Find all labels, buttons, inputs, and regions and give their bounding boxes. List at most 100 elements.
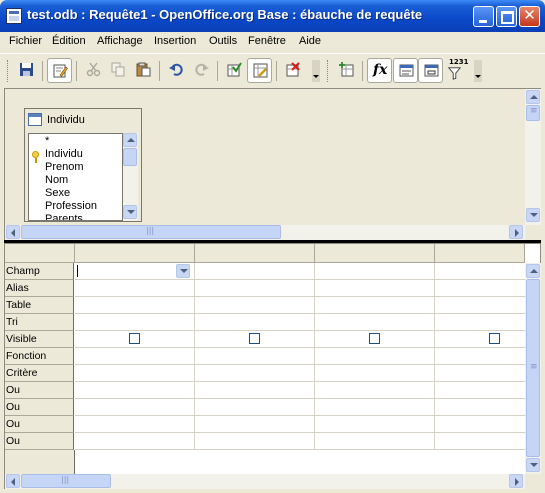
column-header[interactable] (435, 244, 525, 263)
grid-line (75, 381, 525, 382)
scroll-thumb[interactable]: ||| (21, 225, 281, 239)
menu-aide[interactable]: Aide (299, 35, 321, 47)
scroll-down-button[interactable] (526, 458, 540, 472)
field-item[interactable]: Nom (45, 174, 68, 186)
design-view-icon (253, 63, 268, 78)
text-cursor (77, 265, 78, 277)
alias-icon (424, 64, 439, 77)
field-item[interactable]: Prenom (45, 161, 84, 173)
toolbar: fx 1231 (0, 53, 545, 88)
cut-button[interactable] (81, 58, 106, 83)
design-view-button[interactable] (247, 58, 272, 83)
toolbar-separator (362, 61, 363, 81)
menu-bar: Fichier Édition Affichage Insertion Outi… (0, 32, 545, 52)
scroll-right-button[interactable] (509, 225, 523, 239)
field-item[interactable]: Individu (45, 148, 83, 160)
maximize-button[interactable] (496, 6, 517, 27)
clear-query-button[interactable] (281, 58, 306, 83)
grid-horizontal-scrollbar[interactable]: ||| (5, 474, 541, 489)
edit-mode-button[interactable] (47, 58, 72, 83)
paste-button[interactable] (131, 58, 156, 83)
visible-checkbox[interactable] (129, 333, 140, 344)
grid-line (75, 364, 525, 365)
row-label-ou: Ou (5, 382, 74, 399)
toolbar-grip[interactable] (327, 60, 329, 82)
undo-button[interactable] (164, 58, 189, 83)
minimize-button[interactable] (473, 6, 494, 27)
visible-checkbox[interactable] (489, 333, 500, 344)
menu-outils[interactable]: Outils (209, 35, 237, 47)
table-window-header[interactable]: Individu (25, 109, 141, 131)
copy-icon (111, 62, 125, 77)
redo-button[interactable] (189, 58, 214, 83)
column-header[interactable] (315, 244, 435, 263)
save-button[interactable] (14, 58, 39, 83)
upper-vertical-scrollbar[interactable]: ≡ (525, 89, 541, 225)
toolbar-separator (276, 61, 277, 81)
field-item[interactable]: * (45, 135, 49, 147)
menu-fenetre[interactable]: Fenêtre (248, 35, 286, 47)
scroll-thumb[interactable]: ||| (21, 474, 111, 488)
grid-line (194, 263, 195, 450)
field-list[interactable]: * Individu Prenom Nom Sexe Profession Pa… (28, 133, 123, 221)
column-header[interactable] (195, 244, 315, 263)
alias-button[interactable] (418, 58, 443, 83)
clear-query-icon (286, 62, 300, 77)
field-combobox[interactable] (77, 263, 192, 279)
toolbar-grip[interactable] (7, 60, 9, 82)
scroll-thumb[interactable]: ≡ (526, 279, 540, 457)
table-window-individu[interactable]: Individu * Individu Prenom Nom Sexe Prof… (24, 108, 142, 222)
field-list-scrollbar[interactable] (123, 133, 138, 221)
save-icon (20, 63, 33, 76)
scroll-right-button[interactable] (509, 474, 523, 488)
toolbar-separator (159, 61, 160, 81)
distinct-values-button[interactable]: 1231 (444, 58, 469, 83)
row-label-tri: Tri (5, 314, 74, 331)
copy-button[interactable] (106, 58, 131, 83)
table-name-button[interactable] (393, 58, 418, 83)
toolbar-overflow-button[interactable] (312, 60, 320, 82)
field-item[interactable]: Parents (45, 213, 83, 220)
app-icon[interactable] (6, 8, 22, 24)
scroll-left-button[interactable] (6, 225, 20, 239)
table-icon (28, 113, 42, 126)
chevron-down-icon[interactable] (176, 264, 190, 278)
row-label-ou: Ou (5, 433, 74, 450)
grid-vertical-scrollbar[interactable]: ≡ (525, 263, 541, 474)
row-label-champ: Champ (5, 263, 74, 280)
functions-button[interactable]: fx (367, 58, 392, 83)
toolbar-overflow-button[interactable] (474, 60, 482, 82)
title-bar[interactable]: test.odb : Requête1 - OpenOffice.org Bas… (0, 0, 545, 32)
scroll-thumb[interactable]: ≡ (526, 105, 540, 121)
add-table-button[interactable] (334, 58, 359, 83)
menu-affichage[interactable]: Affichage (97, 35, 143, 47)
upper-horizontal-scrollbar[interactable]: ||| (5, 225, 541, 240)
field-item[interactable]: Sexe (45, 187, 70, 199)
toolbar-separator (217, 61, 218, 81)
query-design-grid[interactable]: Champ Alias Table Tri Visible Fonction C… (4, 243, 541, 489)
menu-insertion[interactable]: Insertion (154, 35, 196, 47)
run-query-button[interactable] (222, 58, 247, 83)
toolbar-separator (42, 61, 43, 81)
visible-checkbox[interactable] (369, 333, 380, 344)
scroll-left-button[interactable] (6, 474, 20, 488)
functions-icon: fx (373, 62, 388, 78)
edit-mode-icon (53, 64, 68, 78)
column-header[interactable] (75, 244, 195, 263)
close-icon: ✕ (523, 6, 536, 24)
scroll-down-button[interactable] (526, 208, 540, 222)
window-title: test.odb : Requête1 - OpenOffice.org Bas… (27, 7, 423, 22)
visible-checkbox[interactable] (249, 333, 260, 344)
redo-icon (195, 63, 209, 76)
grid-line (75, 279, 525, 280)
scroll-up-button[interactable] (123, 133, 137, 147)
scroll-down-button[interactable] (123, 205, 137, 219)
close-button[interactable]: ✕ (519, 6, 540, 27)
field-item[interactable]: Profession (45, 200, 97, 212)
scroll-thumb[interactable] (123, 148, 137, 166)
row-label-critere: Critère (5, 365, 74, 382)
menu-fichier[interactable]: Fichier (9, 35, 42, 47)
scroll-up-button[interactable] (526, 90, 540, 104)
scroll-up-button[interactable] (526, 264, 540, 278)
menu-edition[interactable]: Édition (52, 35, 86, 47)
